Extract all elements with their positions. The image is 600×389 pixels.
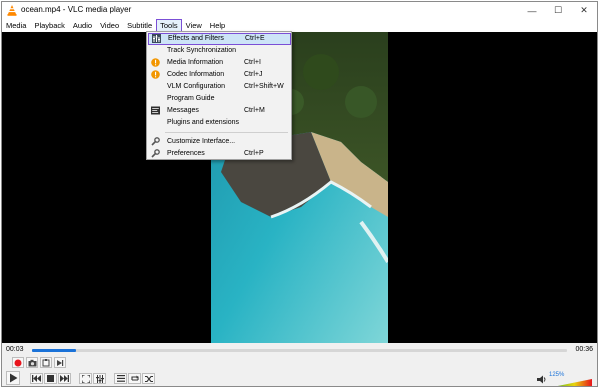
messages-icon	[151, 106, 160, 115]
menu-item-preferences[interactable]: Preferences Ctrl+P	[147, 148, 291, 160]
volume-percent: 125%	[549, 372, 565, 378]
menu-audio[interactable]: Audio	[69, 19, 96, 32]
menu-item-track-synchronization[interactable]: Track Synchronization	[147, 45, 291, 57]
menu-item-shortcut: Ctrl+J	[244, 70, 263, 78]
menu-item-shortcut: Ctrl+E	[245, 34, 265, 42]
menu-item-label: Track Synchronization	[167, 46, 236, 54]
playlist-icon	[116, 375, 125, 382]
menu-item-codec-information[interactable]: Codec Information Ctrl+J	[147, 69, 291, 81]
menu-item-shortcut: Ctrl+P	[244, 149, 264, 157]
next-button[interactable]	[58, 373, 71, 384]
menu-item-plugins-and-extensions[interactable]: Plugins and extensions	[147, 117, 291, 129]
speaker-icon[interactable]	[537, 375, 547, 384]
snapshot-button[interactable]	[26, 357, 38, 368]
frame-step-icon	[57, 359, 64, 366]
video-area[interactable]	[2, 32, 597, 343]
menu-item-customize-interface[interactable]: Customize Interface...	[147, 136, 291, 148]
menu-item-label: Messages	[167, 106, 199, 114]
close-button[interactable]: ✕	[571, 2, 597, 19]
vlc-cone-icon	[7, 5, 17, 16]
fullscreen-icon	[81, 374, 90, 383]
playlist-button[interactable]	[114, 373, 127, 384]
menu-item-label: VLM Configuration	[167, 82, 225, 90]
stop-icon	[47, 375, 54, 382]
menu-media[interactable]: Media	[2, 19, 30, 32]
next-icon	[60, 375, 69, 382]
menu-item-label: Preferences	[167, 149, 205, 157]
play-button[interactable]	[6, 371, 20, 385]
equalizer-icon	[95, 374, 104, 383]
loop-ab-button[interactable]	[40, 357, 52, 368]
record-icon	[14, 359, 22, 366]
vlc-window: ocean.mp4 - VLC media player — ☐ ✕ Media…	[1, 1, 598, 387]
menu-item-program-guide[interactable]: Program Guide	[147, 93, 291, 105]
shuffle-icon	[144, 375, 153, 382]
tools-dropdown-menu: Effects and Filters Ctrl+E Track Synchro…	[146, 31, 292, 160]
seek-row: 00:03 00:36	[2, 343, 597, 357]
loop-ab-icon	[42, 358, 50, 366]
total-duration: 00:36	[575, 346, 593, 353]
camera-icon	[28, 359, 36, 366]
elapsed-time: 00:03	[6, 346, 24, 353]
menu-item-label: Customize Interface...	[167, 137, 236, 145]
info-warning-icon	[151, 58, 160, 67]
equalizer-icon	[152, 34, 161, 43]
fullscreen-button[interactable]	[79, 373, 92, 384]
record-button[interactable]	[12, 357, 24, 368]
minimize-button[interactable]: —	[519, 2, 545, 19]
menu-bar: Media Playback Audio Video Subtitle Tool…	[2, 19, 597, 32]
previous-button[interactable]	[30, 373, 43, 384]
volume-level-fill	[557, 379, 592, 386]
play-icon	[9, 373, 17, 383]
menu-item-label: Effects and Filters	[168, 34, 224, 42]
menu-separator	[165, 132, 288, 133]
menu-item-media-information[interactable]: Media Information Ctrl+I	[147, 57, 291, 69]
menu-item-label: Program Guide	[167, 94, 215, 102]
menu-item-label: Media Information	[167, 58, 224, 66]
seek-slider[interactable]	[32, 349, 567, 352]
shuffle-button[interactable]	[142, 373, 155, 384]
volume-slider[interactable]	[548, 379, 592, 387]
menu-playback[interactable]: Playback	[30, 19, 68, 32]
stop-button[interactable]	[44, 373, 57, 384]
menu-item-label: Codec Information	[167, 70, 225, 78]
frame-by-frame-button[interactable]	[54, 357, 66, 368]
wrench-icon	[151, 137, 160, 146]
menu-item-label: Plugins and extensions	[167, 118, 239, 126]
extended-settings-button[interactable]	[93, 373, 106, 384]
seek-progress-fill	[32, 349, 77, 352]
menu-item-vlm-configuration[interactable]: VLM Configuration Ctrl+Shift+W	[147, 81, 291, 93]
menu-item-shortcut: Ctrl+M	[244, 106, 265, 114]
menu-item-shortcut: Ctrl+I	[244, 58, 261, 66]
previous-icon	[32, 375, 41, 382]
wrench-icon	[151, 149, 160, 158]
info-warning-icon	[151, 70, 160, 79]
menu-item-messages[interactable]: Messages Ctrl+M	[147, 105, 291, 117]
loop-button[interactable]	[128, 373, 141, 384]
menu-video[interactable]: Video	[96, 19, 123, 32]
menu-item-effects-and-filters[interactable]: Effects and Filters Ctrl+E	[148, 33, 291, 45]
loop-icon	[130, 375, 139, 381]
menu-item-shortcut: Ctrl+Shift+W	[244, 82, 284, 90]
window-title: ocean.mp4 - VLC media player	[21, 5, 132, 14]
title-bar: ocean.mp4 - VLC media player — ☐ ✕	[2, 2, 597, 19]
maximize-button[interactable]: ☐	[545, 2, 571, 19]
